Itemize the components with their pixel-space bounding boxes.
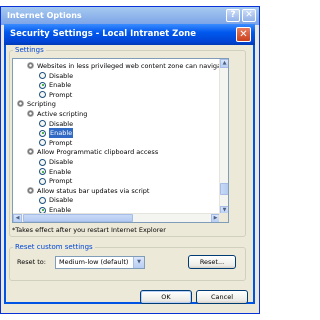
outer-close-button[interactable]: ✕ — [242, 9, 256, 22]
setting-gear-icon — [27, 186, 34, 194]
settings-group-label: Settings — [13, 46, 46, 55]
setting-gear-icon — [27, 62, 34, 69]
radio-selected-icon[interactable] — [39, 129, 46, 137]
setting-gear-icon — [27, 110, 34, 117]
chevron-down-icon[interactable]: ▼ — [133, 257, 144, 268]
vertical-scrollbar[interactable]: ▲ ▼ — [219, 59, 228, 215]
horizontal-scrollbar[interactable]: ◀ ▶ — [13, 213, 220, 222]
reset-group-label: Reset custom settings — [13, 243, 95, 252]
setting-label: Websites in less privileged web content … — [37, 62, 229, 70]
setting-label: Disable — [49, 158, 74, 166]
setting-label: Enable — [49, 128, 74, 139]
restart-note: *Takes effect after you restart Internet… — [12, 226, 166, 234]
help-button[interactable]: ? — [226, 9, 240, 22]
setting-label: Prompt — [49, 138, 73, 147]
radio-icon[interactable] — [39, 91, 46, 99]
settings-listbox[interactable]: Websites in less privileged web content … — [12, 58, 229, 223]
radio-icon[interactable] — [39, 158, 46, 166]
radio-icon[interactable] — [39, 196, 46, 204]
radio-icon[interactable] — [39, 120, 46, 128]
setting-label: Active scripting — [37, 110, 88, 118]
dialog-close-button[interactable]: ✕ — [236, 27, 251, 42]
horizontal-scroll-thumb[interactable] — [23, 214, 133, 222]
reset-level-select[interactable]: Medium-low (default) ▼ — [55, 256, 145, 269]
setting-label: Prompt — [49, 90, 73, 99]
radio-selected-icon[interactable] — [39, 81, 46, 89]
ok-button[interactable]: OK — [140, 290, 192, 304]
reset-level-value: Medium-low (default) — [59, 258, 129, 266]
setting-label: Enable — [49, 81, 72, 90]
setting-label: Scripting — [27, 100, 56, 109]
setting-label: Enable — [49, 167, 72, 176]
reset-button[interactable]: Reset... — [188, 255, 236, 269]
setting-gear-icon — [27, 148, 34, 156]
help-icon: ? — [230, 10, 236, 20]
setting-label: Disable — [49, 196, 74, 205]
internet-options-title-bar: Internet Options — [1, 7, 259, 25]
category-gear-icon — [17, 100, 24, 108]
close-icon: ✕ — [239, 29, 248, 40]
setting-label: Allow status bar updates via script — [37, 186, 150, 195]
scroll-up-button[interactable]: ▲ — [220, 59, 228, 68]
radio-icon[interactable] — [39, 72, 46, 80]
setting-label: Allow Programmatic clipboard access — [37, 148, 159, 157]
cancel-button[interactable]: Cancel — [196, 290, 248, 304]
dialog-title: Security Settings - Local Intranet Zone — [10, 29, 196, 39]
scrollbar-corner — [219, 213, 228, 222]
vertical-scroll-thumb[interactable] — [220, 183, 228, 195]
radio-icon[interactable] — [39, 177, 46, 185]
radio-icon[interactable] — [39, 139, 46, 147]
setting-label: Disable — [49, 71, 74, 80]
setting-label: Disable — [49, 119, 74, 128]
radio-selected-icon[interactable] — [39, 168, 46, 176]
internet-options-title: Internet Options — [7, 11, 82, 20]
setting-label: Prompt — [49, 177, 73, 186]
dialog-title-bar: Security Settings - Local Intranet Zone — [4, 24, 255, 45]
close-icon: ✕ — [245, 10, 253, 20]
reset-to-label: Reset to: — [17, 258, 46, 266]
scroll-left-button[interactable]: ◀ — [13, 214, 22, 222]
